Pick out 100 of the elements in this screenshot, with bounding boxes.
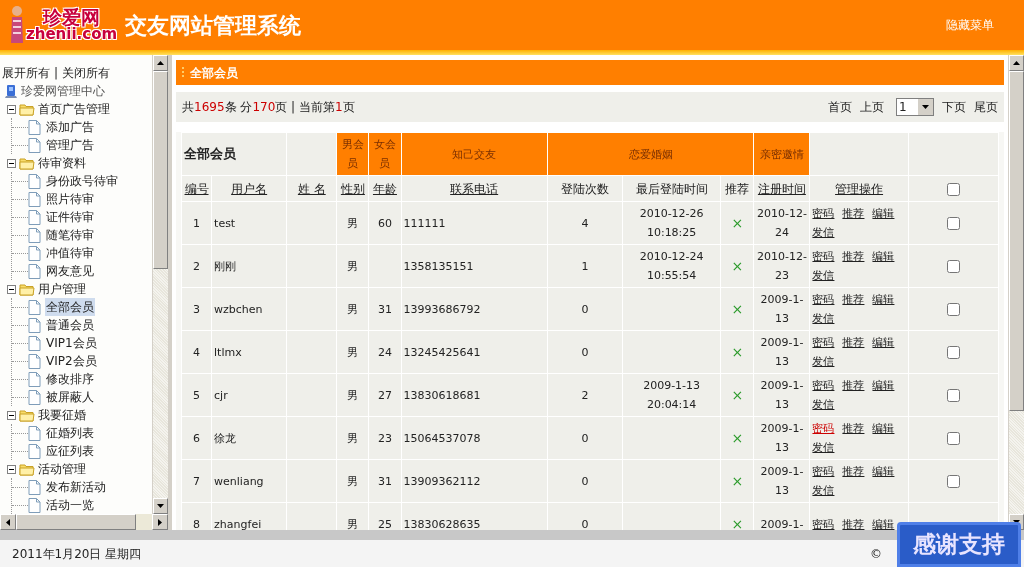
separator: | [54,65,59,82]
scrollbar[interactable] [1008,55,1024,530]
action-link[interactable]: 发信 [812,438,835,457]
table-cell: 13830628635 [403,517,481,530]
action-link[interactable]: 推荐 [842,204,865,223]
action-link[interactable]: 编辑 [872,333,895,352]
tree-folder[interactable]: 首页广告管理 [38,100,110,118]
action-link[interactable]: 编辑 [872,514,895,530]
tree-item[interactable]: 添加广告 [45,118,95,136]
action-link[interactable]: 推荐 [842,419,865,438]
horizontal-scrollbar[interactable] [0,514,168,530]
tree-item[interactable]: 全部会员 [45,298,95,316]
page-icon [28,191,41,207]
arrow-up-icon[interactable] [1013,61,1020,65]
action-link[interactable]: 密码 [812,514,835,530]
tree-item[interactable]: 证件待审 [45,208,95,226]
action-link[interactable]: 推荐 [842,462,865,481]
action-link[interactable]: 推荐 [842,333,865,352]
action-link[interactable]: 编辑 [872,419,895,438]
tree-item[interactable]: VIP1会员 [45,334,98,352]
row-checkbox[interactable] [946,260,960,273]
tree-folder[interactable]: 我要征婚 [38,406,86,424]
collapse-icon[interactable] [7,158,16,168]
action-link[interactable]: 密码 [812,204,835,223]
action-link[interactable]: 推荐 [842,290,865,309]
page-icon [28,299,41,315]
action-link[interactable]: 密码 [812,247,835,266]
tree-root[interactable]: 珍爱网管理中心 [21,82,105,100]
collapse-icon[interactable] [7,104,16,114]
scrollbar-thumb[interactable] [1009,71,1024,411]
collapse-icon[interactable] [7,284,16,294]
action-link[interactable]: 推荐 [842,376,865,395]
action-link[interactable]: 发信 [812,223,835,242]
arrow-up-icon[interactable] [157,61,164,65]
select-all-checkbox[interactable] [946,182,960,196]
column-header[interactable]: 联系电话 [450,181,499,196]
page-icon [28,137,41,153]
tree-item[interactable]: 征婚列表 [45,424,95,442]
row-checkbox[interactable] [946,346,960,359]
row-checkbox[interactable] [946,389,960,402]
action-link[interactable]: 推荐 [842,514,865,530]
table-cell: test [214,216,236,230]
tree-item[interactable]: 活动一览 [45,496,95,514]
collapse-icon[interactable] [7,410,16,420]
tree-item[interactable]: 普通会员 [45,316,95,334]
tree-folder[interactable]: 活动管理 [38,460,86,478]
action-link[interactable]: 发信 [812,395,835,414]
tree-item[interactable]: 身份政号待审 [45,172,119,190]
recommend-mark: × [731,257,744,274]
expand-all-link[interactable]: 展开所有 [2,64,50,82]
action-link[interactable]: 发信 [812,266,835,285]
tree-item[interactable]: 修改排序 [45,370,95,388]
action-link[interactable]: 密码 [812,419,835,438]
tree-item[interactable]: 网友意见 [45,262,95,280]
first-page-link[interactable]: 首页 [828,98,852,116]
row-checkbox[interactable] [946,432,960,445]
row-checkbox[interactable] [946,475,960,488]
next-page-link[interactable]: 下页 [942,98,966,116]
tree-item[interactable]: VIP2会员 [45,352,98,370]
tree-folder[interactable]: 待审资料 [38,154,86,172]
action-link[interactable]: 发信 [812,481,835,500]
action-link[interactable]: 编辑 [872,462,895,481]
page-select[interactable]: 1 [896,98,934,116]
action-link[interactable]: 编辑 [872,247,895,266]
dropdown-icon[interactable] [922,105,929,109]
scrollbar-thumb[interactable] [153,71,168,269]
tree-item[interactable]: 随笔待审 [45,226,95,244]
tree-item[interactable]: 照片待审 [45,190,95,208]
action-link[interactable]: 推荐 [842,247,865,266]
table-cell: 23 [377,431,392,445]
action-link[interactable]: 密码 [812,290,835,309]
tree-folder[interactable]: 用户管理 [38,280,86,298]
table-cell: 2 [581,388,589,402]
action-link[interactable]: 密码 [812,333,835,352]
collapse-icon[interactable] [7,464,16,474]
prev-page-link[interactable]: 上页 [860,98,884,116]
action-link[interactable]: 编辑 [872,204,895,223]
tree-item[interactable]: 冲值待审 [45,244,95,262]
tree-item[interactable]: 被屏蔽人 [45,388,95,406]
tree-item[interactable]: 管理广告 [45,136,95,154]
action-link[interactable]: 发信 [812,352,835,371]
scrollbar[interactable] [152,55,168,514]
action-link[interactable]: 密码 [812,376,835,395]
page-icon [28,245,41,261]
action-link[interactable]: 编辑 [872,290,895,309]
action-link[interactable]: 发信 [812,309,835,328]
action-link[interactable]: 密码 [812,462,835,481]
action-link[interactable]: 编辑 [872,376,895,395]
tree-item[interactable]: 应征列表 [45,442,95,460]
tree-item[interactable]: 发布新活动 [45,478,107,496]
collapse-all-link[interactable]: 关闭所有 [62,64,111,82]
row-checkbox[interactable] [946,303,960,316]
table-cell: 27 [377,388,392,402]
arrow-down-icon[interactable] [157,504,164,508]
support-badge[interactable]: 感谢支持 [897,522,1021,567]
arrow-left-icon[interactable] [6,518,10,526]
last-page-link[interactable]: 尾页 [974,98,998,116]
row-checkbox[interactable] [946,217,960,230]
table-cell: 男 [347,216,359,230]
arrow-right-icon[interactable] [158,518,162,526]
